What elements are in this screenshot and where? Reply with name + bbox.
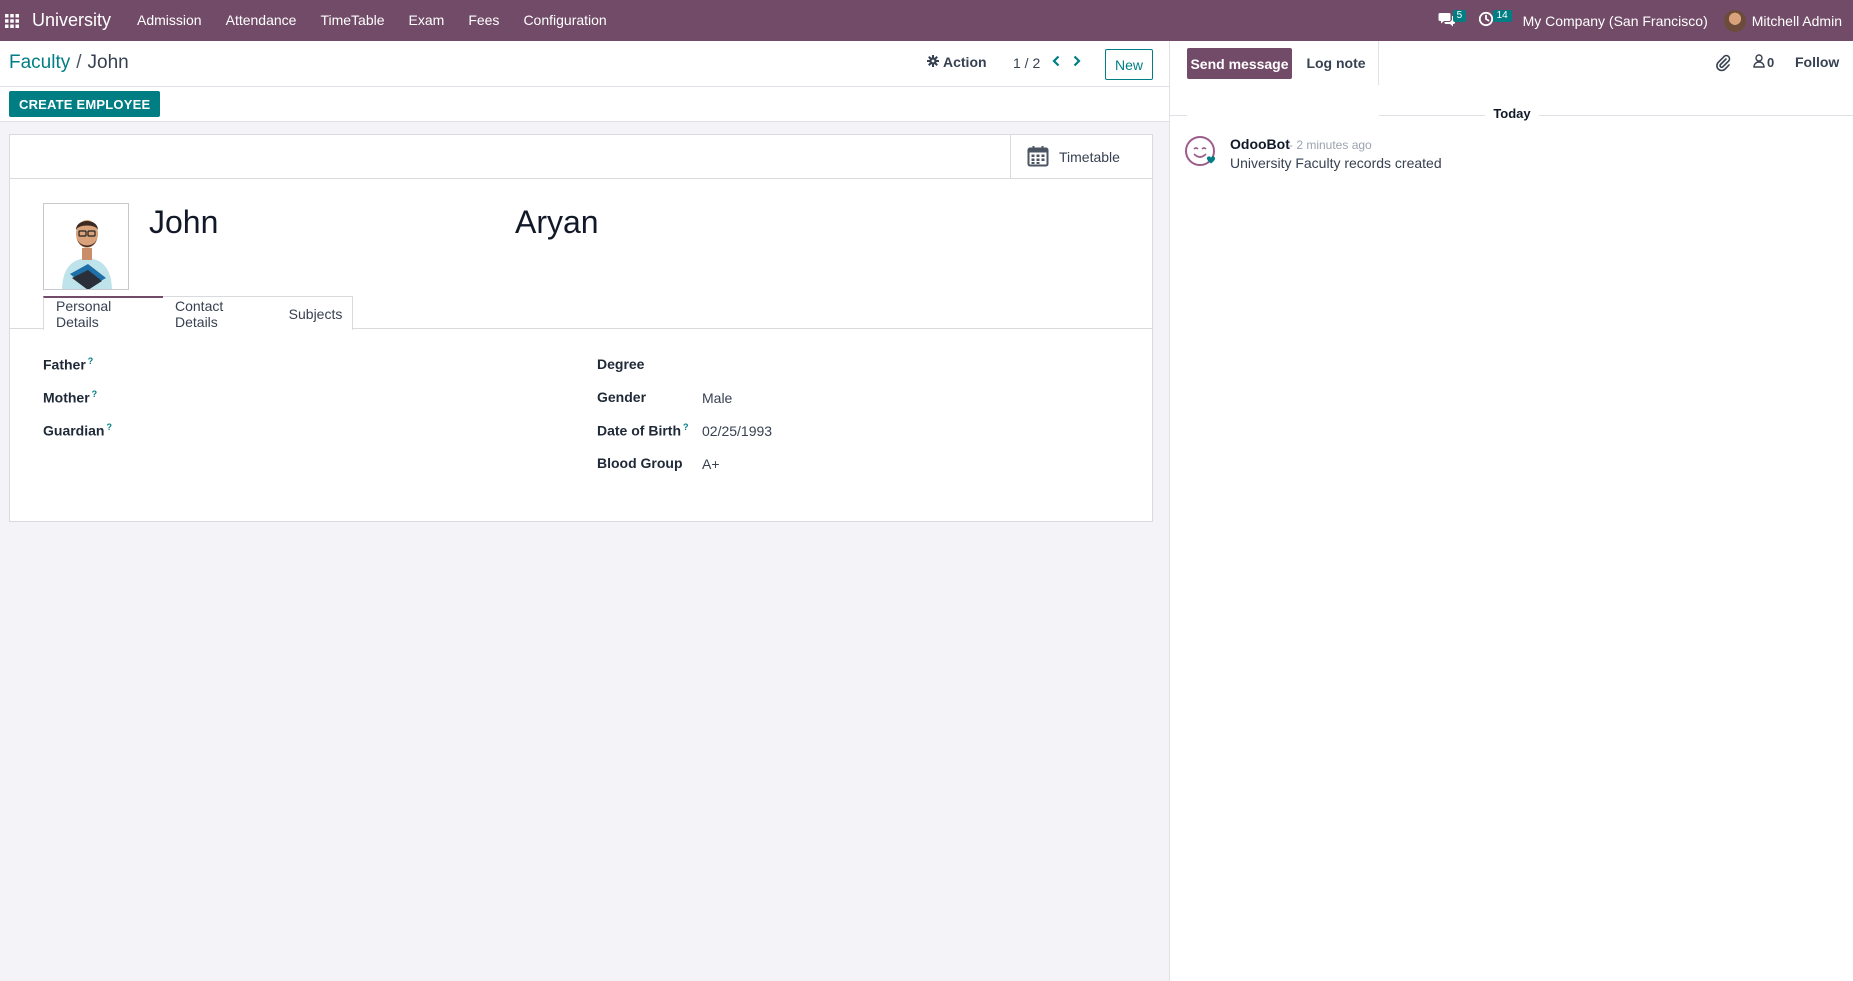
app-brand[interactable]: University — [32, 10, 111, 31]
person-photo-icon — [44, 204, 128, 289]
tab-personal-details[interactable]: Personal Details — [43, 296, 164, 330]
control-panel: Faculty / John Action 1 / 2 New — [0, 41, 1169, 87]
user-name: Mitchell Admin — [1751, 12, 1842, 29]
messages-badge: 5 — [1452, 10, 1467, 22]
date-separator-label: Today — [1485, 106, 1539, 121]
message-date: - 2 minutes ago — [1289, 138, 1372, 152]
timetable-label: Timetable — [1059, 149, 1120, 165]
blood-group-label: Blood Group — [597, 455, 683, 471]
gender-label-text: Gender — [597, 389, 647, 405]
degree-label: Degree — [597, 356, 644, 372]
guardian-label-text: Guardian — [43, 422, 105, 439]
form-statusbar: CREATE EMPLOYEE — [0, 87, 1169, 122]
chevron-left-icon — [1051, 54, 1061, 70]
pager-next-button[interactable] — [1068, 52, 1086, 72]
help-tooltip-icon[interactable]: ? — [92, 389, 98, 399]
apps-menu-icon[interactable] — [0, 0, 24, 41]
follow-button[interactable]: Follow — [1795, 54, 1839, 70]
last-name-field[interactable]: Aryan — [515, 204, 599, 241]
activities-badge: 14 — [1492, 10, 1512, 22]
company-switcher[interactable]: My Company (San Francisco) — [1505, 13, 1724, 29]
menu-exam[interactable]: Exam — [397, 0, 457, 41]
menu-configuration[interactable]: Configuration — [511, 0, 618, 41]
clock-icon — [1478, 11, 1494, 30]
user-menu[interactable]: Mitchell Admin — [1723, 9, 1842, 32]
user-avatar — [1723, 9, 1746, 32]
breadcrumb: Faculty / John — [9, 52, 129, 74]
menu-fees[interactable]: Fees — [456, 0, 511, 41]
message-author[interactable]: OdooBot — [1230, 136, 1290, 152]
calendar-icon — [1027, 145, 1049, 170]
odoobot-avatar[interactable] — [1184, 135, 1218, 169]
menu-timetable[interactable]: TimeTable — [308, 0, 396, 41]
activities-button[interactable]: 14 — [1467, 0, 1512, 41]
help-tooltip-icon[interactable]: ? — [683, 422, 689, 432]
paperclip-icon[interactable] — [1715, 54, 1731, 75]
blood-group-field[interactable]: A+ — [702, 456, 720, 472]
date-of-birth-label-text: Date of Birth — [597, 422, 681, 439]
action-label: Action — [943, 54, 987, 70]
faculty-photo[interactable] — [43, 203, 129, 290]
action-menu-button[interactable]: Action — [927, 54, 987, 70]
create-employee-button[interactable]: CREATE EMPLOYEE — [9, 91, 161, 117]
new-record-button[interactable]: New — [1105, 49, 1153, 80]
send-message-button[interactable]: Send message — [1187, 48, 1292, 79]
blood-group-label-text: Blood Group — [597, 455, 683, 471]
chevron-right-icon — [1072, 54, 1082, 70]
menu-attendance[interactable]: Attendance — [214, 0, 309, 41]
guardian-label: Guardian? — [43, 422, 112, 439]
pager-value[interactable]: 1 / 2 — [1013, 55, 1040, 71]
pager-previous-button[interactable] — [1047, 52, 1065, 72]
form-sheet: Timetable John Aryan Personal Details Co… — [9, 134, 1153, 522]
breadcrumb-current: John — [87, 52, 129, 73]
date-separator: Today — [1170, 106, 1853, 121]
gender-label: Gender — [597, 389, 646, 405]
mother-label: Mother? — [43, 389, 97, 406]
top-navbar: University Admission Attendance TimeTabl… — [0, 0, 1853, 41]
followers-count: 0 — [1767, 55, 1775, 70]
father-label-text: Father — [43, 356, 86, 373]
menu-admission[interactable]: Admission — [125, 0, 214, 41]
user-outline-icon — [1753, 54, 1765, 71]
tab-subjects[interactable]: Subjects — [279, 296, 353, 330]
tab-contact-details[interactable]: Contact Details — [163, 296, 280, 330]
chatter-topbar: Send message Log note 0 Follow — [1170, 41, 1853, 85]
date-of-birth-label: Date of Birth? — [597, 422, 689, 439]
log-note-button[interactable]: Log note — [1294, 41, 1379, 85]
help-tooltip-icon[interactable]: ? — [88, 356, 94, 366]
gender-field[interactable]: Male — [702, 390, 732, 406]
messaging-button[interactable]: 5 — [1427, 0, 1467, 41]
form-notebook-tabs: Personal Details Contact Details Subject… — [10, 296, 1152, 330]
help-tooltip-icon[interactable]: ? — [106, 422, 112, 432]
odoobot-face-icon — [1185, 136, 1216, 166]
degree-label-text: Degree — [597, 356, 645, 372]
mother-label-text: Mother — [43, 389, 90, 406]
father-label: Father? — [43, 356, 93, 373]
date-of-birth-field[interactable]: 02/25/1993 — [702, 423, 772, 439]
timetable-smart-button[interactable]: Timetable — [1010, 135, 1152, 179]
first-name-field[interactable]: John — [149, 204, 218, 241]
message-body: University Faculty records created — [1230, 155, 1442, 171]
smart-button-box: Timetable — [10, 135, 1152, 179]
followers-button[interactable]: 0 — [1753, 54, 1774, 71]
systray: 5 14 My Company (San Francisco) Mitchell… — [1427, 0, 1853, 41]
breadcrumb-faculty-link[interactable]: Faculty — [9, 52, 70, 74]
breadcrumb-separator: / — [76, 52, 82, 73]
chatter-panel: Send message Log note 0 Follow Today Odo… — [1169, 41, 1853, 981]
main-menu: Admission Attendance TimeTable Exam Fees… — [125, 0, 619, 41]
gear-icon — [927, 54, 939, 70]
